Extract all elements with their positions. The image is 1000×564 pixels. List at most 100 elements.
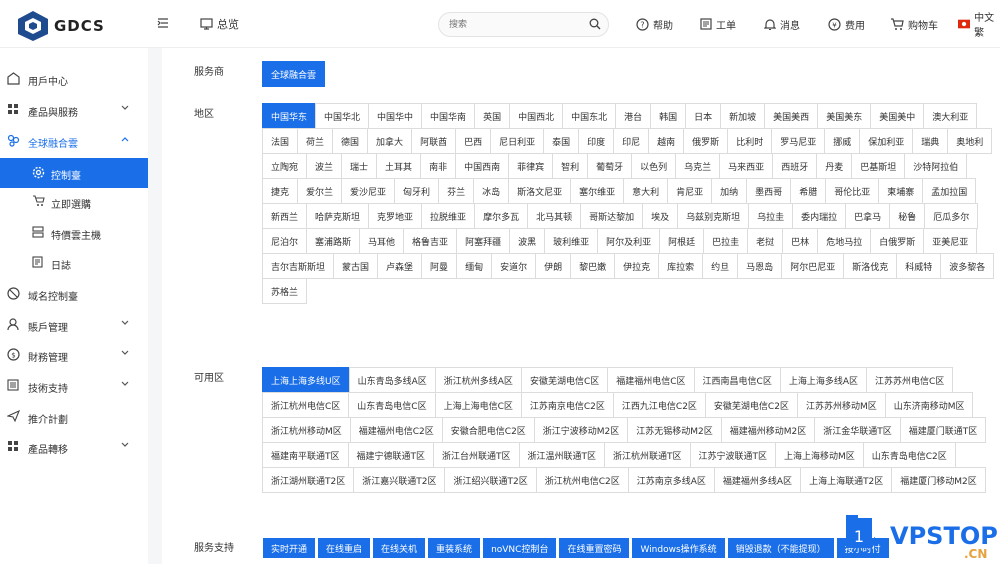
region-option[interactable]: 危地马拉 [817,228,872,254]
region-option[interactable]: 巴西 [455,128,492,154]
zone-option[interactable]: 江西九江电信C2区 [612,392,706,418]
sidebar-item-products[interactable]: 產品與服務 [0,95,148,125]
region-option[interactable]: 捷克 [262,178,299,204]
region-option[interactable]: 黎巴嫩 [570,253,616,279]
region-option[interactable]: 乌兹别克斯坦 [677,203,750,229]
region-option[interactable]: 匈牙利 [394,178,440,204]
region-option[interactable]: 荷兰 [297,128,334,154]
zone-option[interactable]: 福建福州电信C2区 [349,417,443,443]
region-option[interactable]: 泰国 [543,128,580,154]
zone-option[interactable]: 上海上海电信C区 [434,392,522,418]
region-option[interactable]: 印尼 [613,128,650,154]
zone-option[interactable]: 山东青岛电信C区 [348,392,436,418]
region-option[interactable]: 西班牙 [772,153,818,179]
zone-option[interactable]: 浙江宁波移动M2区 [533,417,629,443]
zone-option[interactable]: 浙江杭州移动M区 [262,417,351,443]
zone-option[interactable]: 浙江杭州联通T区 [604,442,691,468]
region-option[interactable]: 克罗地亚 [368,203,423,229]
zone-option[interactable]: 江苏苏州电信C区 [866,367,954,393]
search-box[interactable] [438,12,609,37]
region-option[interactable]: 葡萄牙 [587,153,633,179]
region-option[interactable]: 南非 [420,153,457,179]
region-option[interactable]: 罗马尼亚 [771,128,826,154]
region-option[interactable]: 哈萨克斯坦 [306,203,370,229]
zone-option[interactable]: 浙江杭州电信C区 [262,392,350,418]
region-option[interactable]: 哥斯达黎加 [580,203,644,229]
region-option[interactable]: 科威特 [896,253,942,279]
region-option[interactable]: 波黑 [509,228,546,254]
region-option[interactable]: 尼泊尔 [262,228,308,254]
region-option[interactable]: 美国美中 [870,103,925,129]
zone-option[interactable]: 江苏南京电信C2区 [520,392,614,418]
zone-option[interactable]: 安徽芜湖电信C2区 [704,392,798,418]
zone-option[interactable]: 福建宁德联通T区 [347,442,434,468]
language-switch[interactable]: 中文繁 [958,13,1000,39]
cart-link[interactable]: 购物车 [890,16,938,32]
region-option[interactable]: 俄罗斯 [683,128,729,154]
region-option[interactable]: 美国美西 [764,103,819,129]
region-option[interactable]: 玻利维亚 [544,228,599,254]
region-option[interactable]: 老挝 [747,228,784,254]
region-option[interactable]: 智利 [552,153,589,179]
region-option[interactable]: 埃及 [642,203,679,229]
region-option[interactable]: 柬埔寨 [878,178,924,204]
region-option[interactable]: 法国 [262,128,299,154]
region-option[interactable]: 加纳 [711,178,748,204]
region-option[interactable]: 斯洛伐克 [843,253,898,279]
sidebar-item-referral[interactable]: 推介計劃 [0,402,148,432]
region-option[interactable]: 新加坡 [720,103,766,129]
messages-link[interactable]: 消息 [764,16,800,32]
region-option[interactable]: 冰岛 [473,178,510,204]
zone-option[interactable]: 浙江嘉兴联通T2区 [353,467,446,493]
zone-option[interactable]: 福建南平联通T区 [262,442,349,468]
region-option[interactable]: 挪威 [824,128,861,154]
region-option[interactable]: 尼日利亚 [490,128,545,154]
zone-option[interactable]: 山东青岛多线A区 [348,367,436,393]
region-option[interactable]: 丹麦 [816,153,853,179]
zone-option[interactable]: 上海上海多线U区 [262,367,350,393]
region-option[interactable]: 爱尔兰 [297,178,343,204]
region-option[interactable]: 中国西南 [455,153,510,179]
region-option[interactable]: 爱沙尼亚 [341,178,396,204]
region-option[interactable]: 阿联酋 [411,128,457,154]
zone-option[interactable]: 山东济南移动M区 [884,392,974,418]
region-option[interactable]: 吉尔吉斯斯坦 [262,253,335,279]
region-option[interactable]: 阿根廷 [659,228,705,254]
region-option[interactable]: 新西兰 [262,203,308,229]
zone-option[interactable]: 福建福州移动M2区 [720,417,816,443]
zone-option[interactable]: 福建厦门移动M2区 [891,467,986,493]
region-option[interactable]: 英国 [474,103,511,129]
region-option[interactable]: 苏格兰 [262,278,308,304]
zone-option[interactable]: 上海上海联通T2区 [800,467,893,493]
region-option[interactable]: 中国华南 [421,103,476,129]
zone-option[interactable]: 浙江金华联通T区 [814,417,901,443]
zone-option[interactable]: 上海上海移动M区 [775,442,864,468]
zone-option[interactable]: 浙江杭州电信C2区 [535,467,629,493]
zone-option[interactable]: 浙江温州联通T区 [518,442,605,468]
region-option[interactable]: 巴拿马 [845,203,891,229]
region-option[interactable]: 孟加拉国 [922,178,977,204]
region-option[interactable]: 北马其顿 [527,203,582,229]
region-option[interactable]: 韩国 [650,103,687,129]
zone-option[interactable]: 浙江绍兴联通T2区 [444,467,537,493]
region-option[interactable]: 厄瓜多尔 [924,203,979,229]
region-option[interactable]: 保加利亚 [859,128,914,154]
tickets-link[interactable]: 工单 [700,16,736,32]
region-option[interactable]: 阿尔巴尼亚 [781,253,845,279]
region-option[interactable]: 越南 [648,128,685,154]
region-option[interactable]: 中国华东 [262,103,317,129]
region-option[interactable]: 摩尔多瓦 [474,203,529,229]
overview-link[interactable]: 总览 [200,16,239,32]
region-option[interactable]: 伊拉克 [614,253,660,279]
region-option[interactable]: 白俄罗斯 [870,228,925,254]
region-option[interactable]: 伊朗 [535,253,572,279]
region-option[interactable]: 中国华北 [315,103,370,129]
region-option[interactable]: 马耳他 [359,228,405,254]
zone-option[interactable]: 江西南昌电信C区 [693,367,781,393]
sidebar-item-special-server[interactable]: 特價雲主機 [0,218,148,248]
sidebar-item-console[interactable]: 控制臺 [0,158,148,188]
region-option[interactable]: 马来西亚 [719,153,774,179]
region-option[interactable]: 立陶宛 [262,153,308,179]
sidebar-item-account[interactable]: 賬戶管理 [0,310,148,340]
region-option[interactable]: 芬兰 [438,178,475,204]
